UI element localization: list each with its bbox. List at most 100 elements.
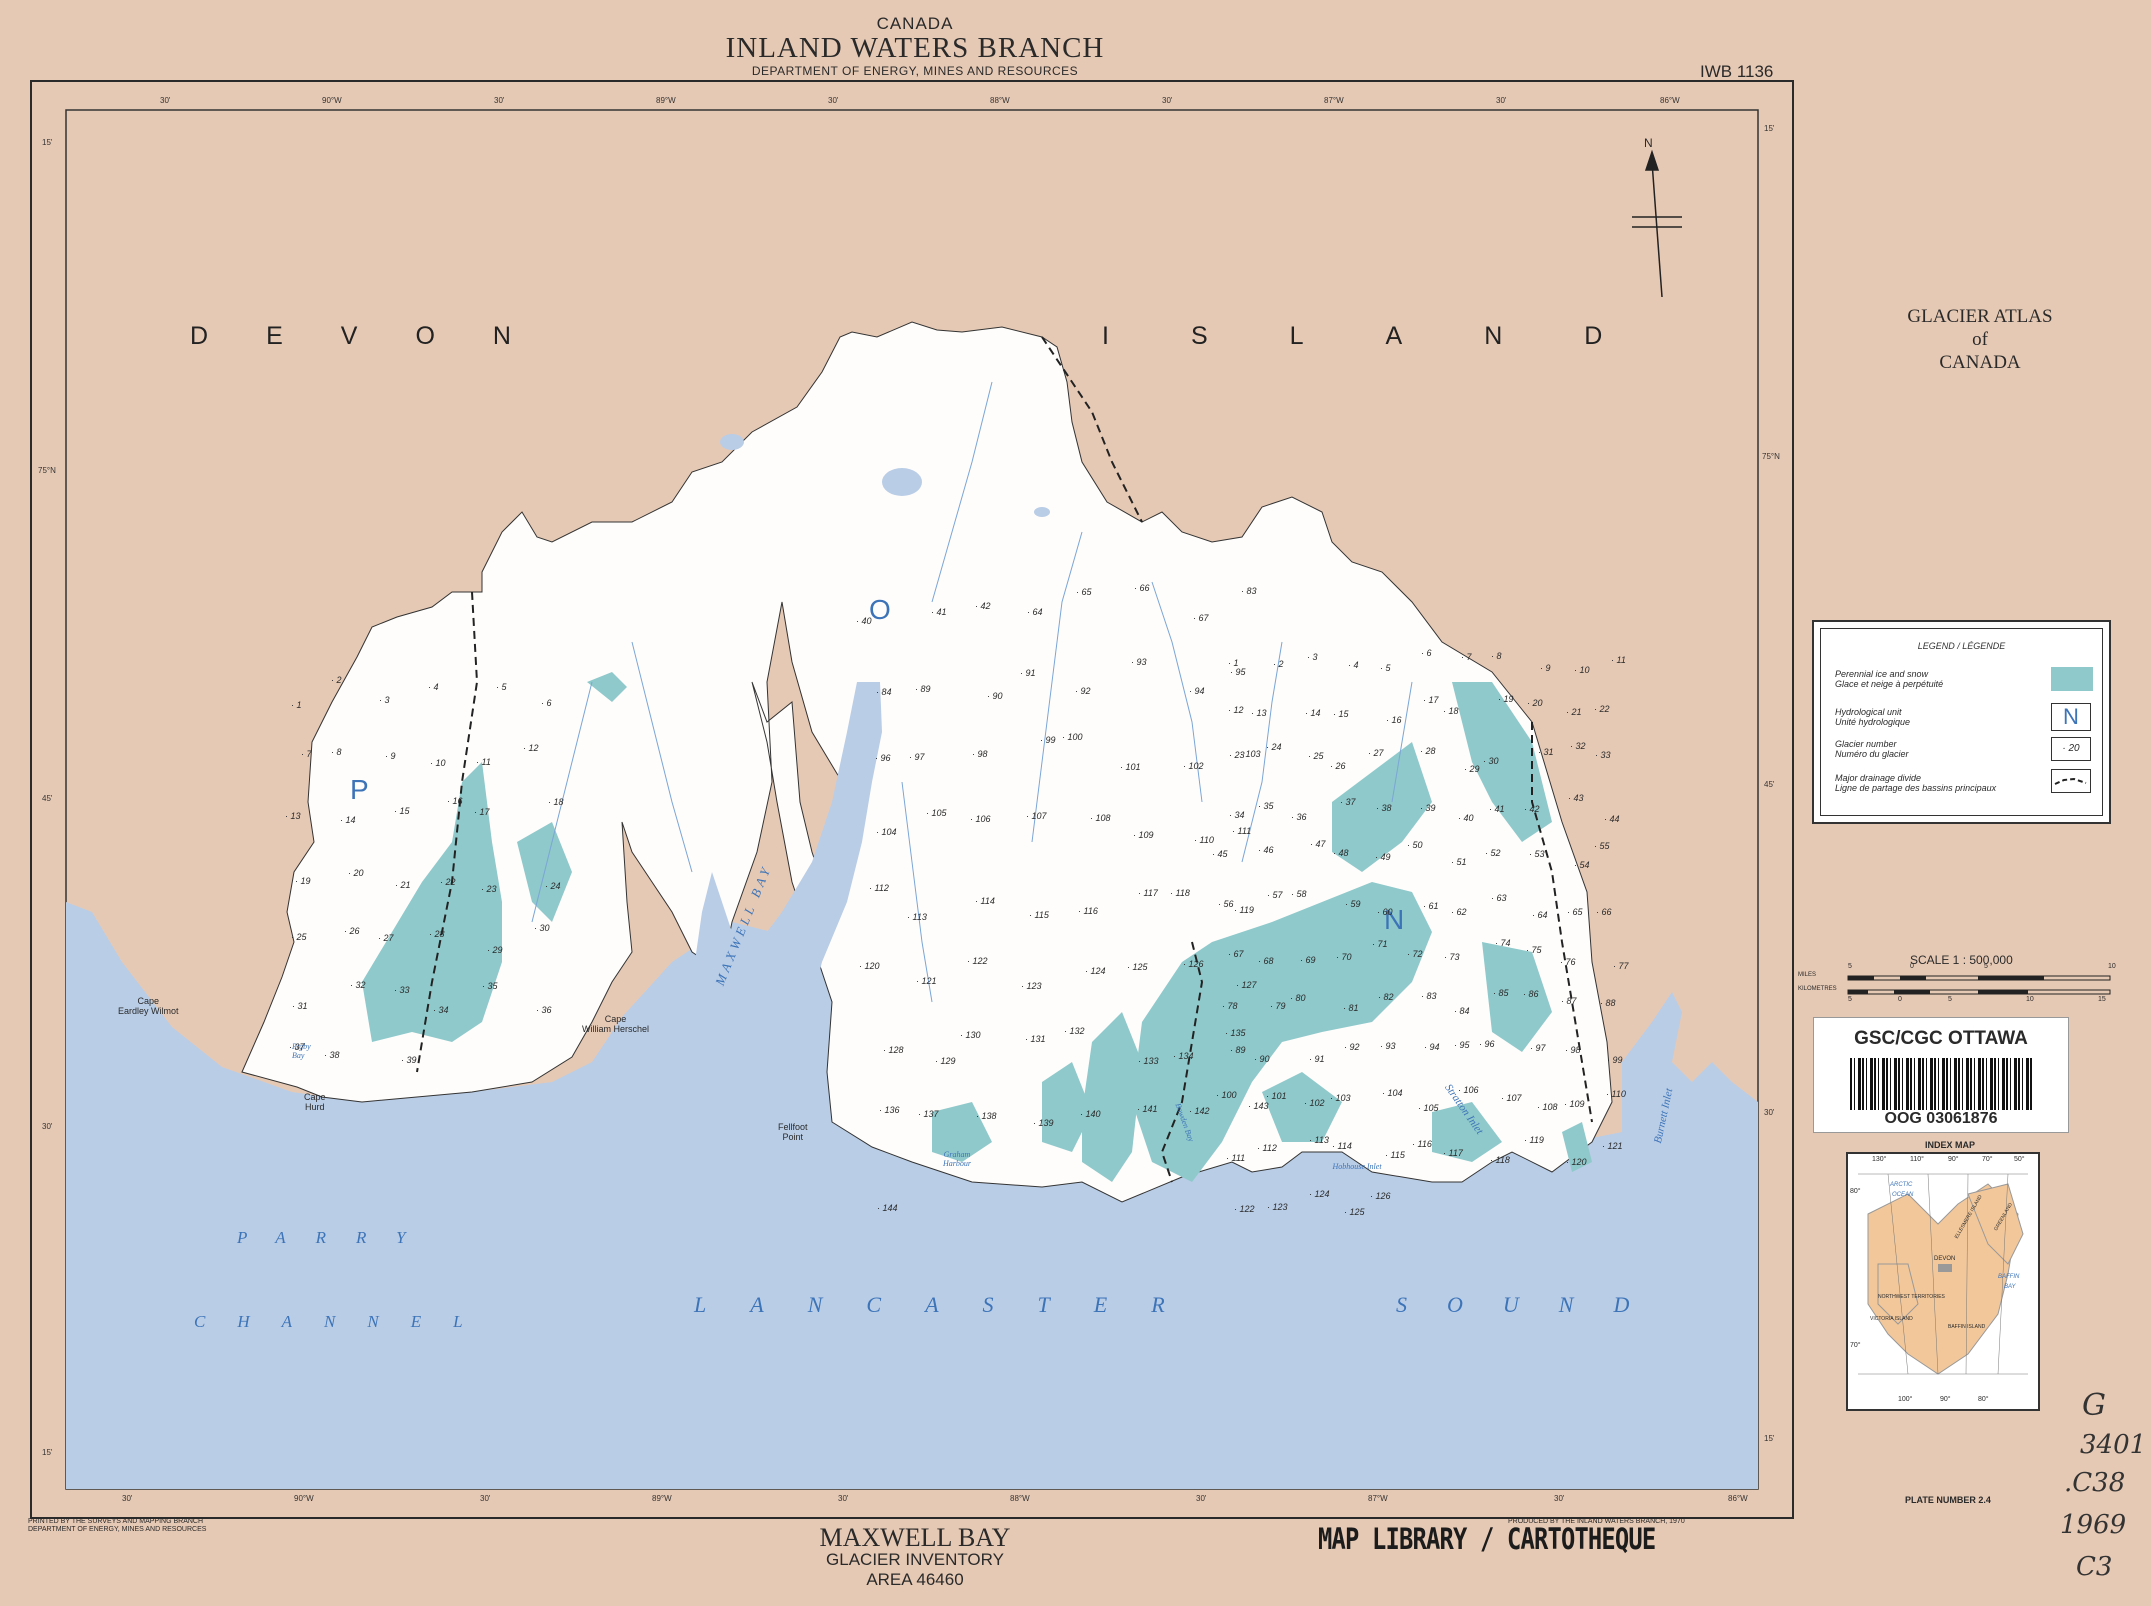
glacier-number: · 16 [447,796,463,806]
glacier-number: · 65 [1076,587,1092,597]
glacier-number: · 111 [1226,1153,1246,1163]
glacier-number: · 101 [1120,762,1141,772]
glacier-number: · 83 [1421,991,1437,1001]
water-name-sound: SOUND [1396,1292,1670,1317]
glacier-number: · 34 [1229,810,1245,820]
glacier-number: · 56 [1218,899,1234,909]
glacier-number: · 93 [1380,1041,1396,1051]
glacier-number: · 86 [1523,989,1539,999]
glacier-number: · 120 [1566,1157,1587,1167]
glacier-number: · 106 [970,814,991,824]
index-map: 130° 110° 90° 70° 50° 100° 90° 80° 80° 7… [1846,1152,2040,1411]
header-branch: INLAND WATERS BRANCH [725,32,1105,64]
glacier-number: · 104 [876,827,897,837]
glacier-number: · 62 [1451,907,1467,917]
glacier-number: · 94 [1424,1042,1440,1052]
glacier-number: · 92 [1075,686,1091,696]
handwritten-note-1: G [2082,1388,2106,1423]
glacier-number: · 31 [292,1001,308,1011]
glacier-number: · 14 [1305,708,1321,718]
header-department: DEPARTMENT OF ENERGY, MINES AND RESOURCE… [751,64,1079,78]
index-map-title: INDEX MAP [1925,1140,1976,1150]
glacier-number: · 116 [1078,906,1098,916]
glacier-number: · 125 [1344,1207,1365,1217]
glacier-number: · 30 [534,923,550,933]
glacier-number: · 126 [1370,1191,1391,1201]
glacier-number: · 34 [433,1005,449,1015]
glacier-number: · 54 [1574,860,1590,870]
legend-divide: Major drainage divide Ligne de partage de… [1835,773,1997,793]
glacier-number: · 46 [1258,845,1274,855]
glacier-number: · 33 [1595,750,1611,760]
glacier-number: · 60 [1377,907,1393,917]
glacier-number: · 67 [1193,613,1209,623]
glacier-number: · 22 [440,877,456,887]
water-name-parry: PARRY [237,1228,436,1247]
glacier-number: · 84 [876,687,892,697]
glacier-number: · 35 [482,981,498,991]
glacier-number: · 21 [395,880,411,890]
glacier-number: · 20 [1527,698,1543,708]
water-name-channel: CHANNEL [194,1312,495,1331]
glacier-number: · 13 [285,811,301,821]
glacier-number: · 59 [1345,899,1361,909]
glacier-number: · 144 [877,1203,898,1213]
glacier-number: · 53 [1529,849,1545,859]
glacier-number: · 113 [907,912,927,922]
glacier-number: · 48 [1333,848,1349,858]
map-frame[interactable]: N DEVON ISLAND PARRY CHANNEL LANCASTER S… [30,80,1794,1519]
glacier-number: · 21 [1566,707,1582,717]
glacier-number: · 91 [1020,668,1036,678]
glacier-number: · 12 [1228,705,1244,715]
glacier-number: · 130 [960,1030,981,1040]
glacier-number: · 75 [1526,945,1542,955]
glacier-number: · 15 [394,806,410,816]
glacier-number: · 89 [915,684,931,694]
water-name-hobhouse-inlet: Hobhouse Inlet [1332,1162,1382,1171]
handwritten-note-3: .C38 [2064,1468,2126,1498]
glacier-number: · 11 [1611,655,1626,665]
glacier-number: · 2 [331,675,342,685]
glacier-number: · 13 [1251,708,1267,718]
glacier-number: · 16 [1386,715,1402,725]
glacier-number: · 80 [1290,993,1306,1003]
glacier-number: · 124 [1309,1189,1330,1199]
glacier-number: · 131 [1025,1034,1046,1044]
glacier-number: · 18 [1443,706,1459,716]
glacier-number: · 74 [1495,938,1511,948]
glacier-number: · 143 [1248,1101,1269,1111]
glacier-number: · 3 [1307,652,1318,662]
glacier-number: · 23 [1229,750,1245,760]
glacier-number: · 39 [1420,803,1436,813]
glacier-number: · 120 [859,961,880,971]
legend-divide-symbol [2051,769,2091,793]
glacier-number: · 2 [1273,659,1284,669]
unit-label-o: O [869,594,891,625]
north-label: N [1644,136,1653,150]
glacier-number: · 9 [385,751,396,761]
glacier-number: · 42 [975,601,991,611]
place-cape-eardley: Cape Eardley Wilmot [118,996,179,1016]
glacier-number: · 8 [1491,651,1502,661]
glacier-number: · 6 [1421,648,1432,658]
glacier-number: · 138 [976,1111,997,1121]
glacier-number: · 73 [1444,952,1460,962]
glacier-number: · 123 [1021,981,1042,991]
glacier-number: · 104 [1382,1088,1403,1098]
glacier-number: · 110 [1194,835,1214,845]
glacier-number: · 24 [1266,742,1282,752]
library-barcode-label: GSC/CGC OTTAWA OOG 03061876 [1813,1017,2069,1133]
glacier-number: · 57 [1267,890,1283,900]
glacier-number: · 51 [1451,857,1467,867]
place-fellfoot-point: Fellfoot Point [778,1122,808,1142]
glacier-number: · 26 [1330,761,1346,771]
glacier-number: · 15 [1333,709,1349,719]
glacier-number: · 101 [1266,1091,1287,1101]
glacier-number: · 52 [1485,848,1501,858]
glacier-number: · 76 [1560,957,1576,967]
glacier-number: · 83 [1241,586,1257,596]
glacier-number: · 115 [1029,910,1049,920]
glacier-number: · 109 [1133,830,1154,840]
glacier-number: · 112 [869,883,889,893]
glacier-number: · 93 [1131,657,1147,667]
